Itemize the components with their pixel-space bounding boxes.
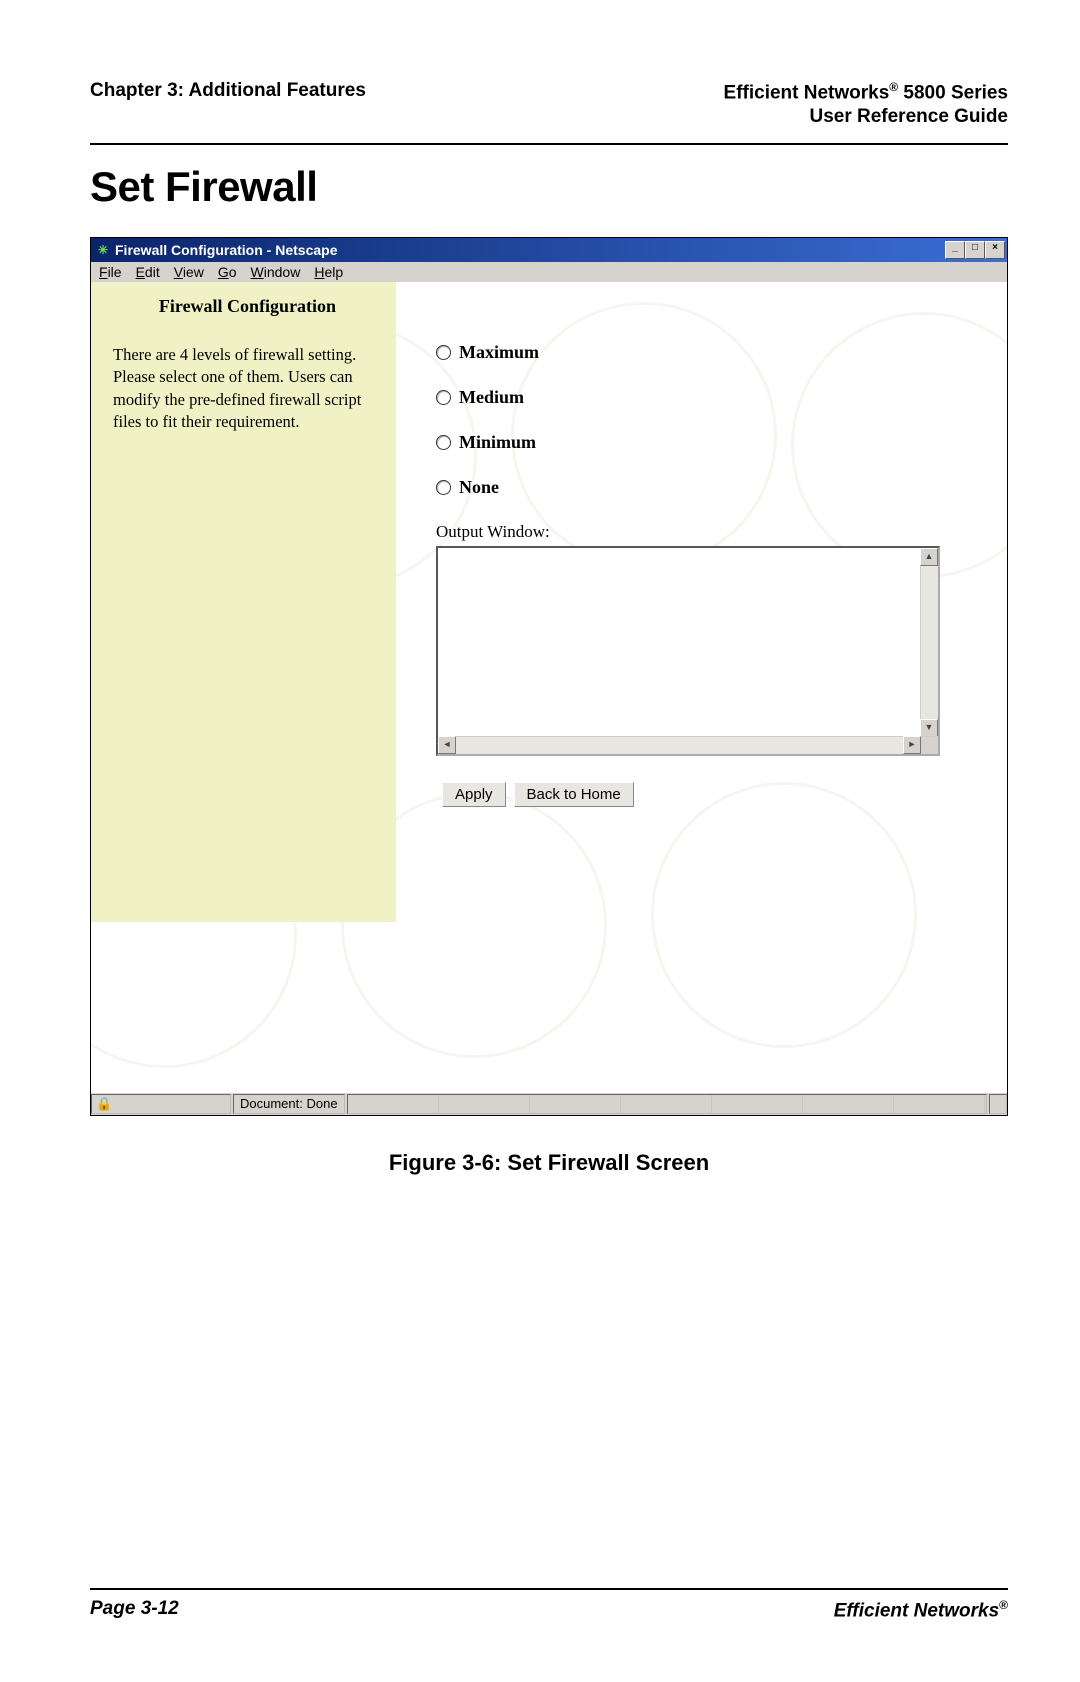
header-right: Efficient Networks® 5800 Series User Ref… bbox=[724, 80, 1008, 129]
header-left: Chapter 3: Additional Features bbox=[90, 80, 366, 102]
scrollbar-horizontal[interactable] bbox=[438, 736, 938, 754]
scroll-corner bbox=[921, 737, 938, 754]
sidebar-title: Firewall Configuration bbox=[113, 294, 382, 318]
radio-label: None bbox=[459, 477, 499, 498]
main-panel: Maximum Medium Minimum None Output Windo… bbox=[396, 282, 1007, 1092]
header-divider bbox=[90, 143, 1008, 145]
menu-help[interactable]: Help bbox=[314, 264, 343, 280]
maximize-button[interactable]: □ bbox=[965, 241, 985, 259]
menu-bar: File Edit View Go Window Help bbox=[91, 262, 1007, 282]
apply-button[interactable]: Apply bbox=[442, 782, 506, 807]
radio-option-maximum[interactable]: Maximum bbox=[436, 342, 967, 363]
header-subtitle: User Reference Guide bbox=[724, 105, 1008, 129]
radio-label: Maximum bbox=[459, 342, 539, 363]
menu-file[interactable]: File bbox=[99, 264, 122, 280]
radio-option-minimum[interactable]: Minimum bbox=[436, 432, 967, 453]
radio-option-medium[interactable]: Medium bbox=[436, 387, 967, 408]
menu-go[interactable]: Go bbox=[218, 264, 237, 280]
scroll-right-icon[interactable]: ► bbox=[903, 736, 921, 754]
output-window-textarea[interactable]: ▲ ▼ ◄ ► bbox=[436, 546, 940, 756]
radio-icon bbox=[436, 480, 451, 495]
footer-brand: Efficient Networks® bbox=[834, 1598, 1008, 1622]
page-footer: Page 3-12 Efficient Networks® bbox=[90, 1588, 1008, 1622]
window-controls: _ □ × bbox=[945, 241, 1005, 259]
footer-divider bbox=[90, 1588, 1008, 1590]
minimize-button[interactable]: _ bbox=[945, 241, 965, 259]
window-titlebar: ✳ Firewall Configuration - Netscape _ □ … bbox=[91, 238, 1007, 262]
window-title: Firewall Configuration - Netscape bbox=[115, 242, 337, 258]
browser-window: ✳ Firewall Configuration - Netscape _ □ … bbox=[90, 237, 1008, 1116]
header-product: Efficient Networks® 5800 Series bbox=[724, 80, 1008, 105]
netscape-app-icon: ✳ bbox=[95, 242, 111, 258]
footer-page-number: Page 3-12 bbox=[90, 1598, 179, 1622]
scroll-left-icon[interactable]: ◄ bbox=[438, 736, 456, 754]
status-icon-cell: 🔒 bbox=[91, 1094, 231, 1114]
back-to-home-button[interactable]: Back to Home bbox=[514, 782, 634, 807]
help-sidebar: Firewall Configuration There are 4 level… bbox=[91, 282, 396, 922]
resize-grip-icon[interactable] bbox=[989, 1094, 1007, 1114]
close-button[interactable]: × bbox=[985, 241, 1005, 259]
output-window-label: Output Window: bbox=[436, 522, 967, 542]
menu-view[interactable]: View bbox=[174, 264, 204, 280]
status-text: Document: Done bbox=[233, 1094, 345, 1114]
scroll-up-icon[interactable]: ▲ bbox=[920, 548, 938, 566]
figure-caption: Figure 3-6: Set Firewall Screen bbox=[90, 1150, 1008, 1176]
radio-icon bbox=[436, 345, 451, 360]
menu-edit[interactable]: Edit bbox=[136, 264, 160, 280]
status-progress bbox=[347, 1094, 987, 1114]
page-title: Set Firewall bbox=[90, 163, 1008, 211]
radio-label: Medium bbox=[459, 387, 524, 408]
radio-option-none[interactable]: None bbox=[436, 477, 967, 498]
radio-icon bbox=[436, 435, 451, 450]
radio-icon bbox=[436, 390, 451, 405]
scrollbar-vertical[interactable] bbox=[920, 548, 938, 737]
sidebar-body: There are 4 levels of firewall setting. … bbox=[113, 344, 382, 433]
page-header: Chapter 3: Additional Features Efficient… bbox=[90, 80, 1008, 129]
scroll-down-icon[interactable]: ▼ bbox=[920, 719, 938, 737]
radio-label: Minimum bbox=[459, 432, 536, 453]
menu-window[interactable]: Window bbox=[251, 264, 301, 280]
content-area: Firewall Configuration There are 4 level… bbox=[91, 282, 1007, 1092]
status-bar: 🔒 Document: Done bbox=[91, 1092, 1007, 1115]
